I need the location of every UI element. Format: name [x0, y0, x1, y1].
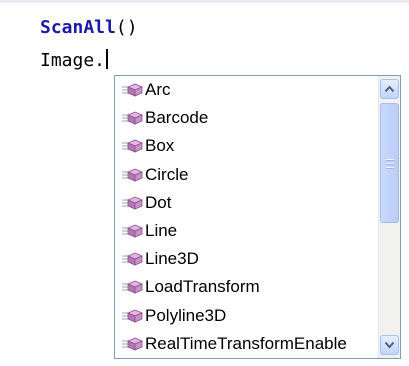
scroll-thumb[interactable]	[380, 103, 399, 223]
chevron-down-icon	[384, 341, 395, 349]
autocomplete-item-label: Polyline3D	[145, 305, 227, 325]
autocomplete-item[interactable]: Polyline3D	[115, 302, 378, 330]
autocomplete-item-label: Box	[145, 136, 175, 156]
code-line-1: ScanAll()	[40, 17, 138, 39]
autocomplete-item-label: RealTimeTransformEnable	[145, 333, 347, 353]
autocomplete-item-label: Arc	[145, 80, 171, 100]
code-line-2: Image.	[40, 49, 109, 72]
autocomplete-item-label: Circle	[145, 164, 189, 184]
method-icon	[122, 83, 143, 97]
object-access: Image.	[40, 50, 106, 71]
function-parens: ()	[115, 17, 138, 38]
method-icon	[122, 252, 143, 266]
autocomplete-item[interactable]: Line3D	[115, 245, 378, 273]
autocomplete-item[interactable]: Circle	[115, 161, 378, 189]
autocomplete-item[interactable]: Arc	[115, 76, 378, 104]
autocomplete-item[interactable]: Barcode	[115, 104, 378, 132]
autocomplete-item-label: Line3D	[145, 249, 199, 269]
method-icon	[122, 196, 143, 210]
chevron-up-icon	[384, 85, 395, 93]
scroll-down-button[interactable]	[380, 335, 399, 355]
vertical-scrollbar[interactable]	[378, 76, 400, 358]
autocomplete-popup[interactable]: Arc Barcode Box Circle Dot Line Line3D L…	[114, 75, 401, 359]
autocomplete-item[interactable]: Line	[115, 217, 378, 245]
method-icon	[122, 337, 143, 351]
autocomplete-item-label: Barcode	[145, 108, 209, 128]
method-icon	[122, 140, 143, 154]
autocomplete-item[interactable]: LoadTransform	[115, 273, 378, 301]
autocomplete-list[interactable]: Arc Barcode Box Circle Dot Line Line3D L…	[115, 76, 378, 358]
scroll-grip	[386, 157, 394, 169]
scroll-up-button[interactable]	[380, 79, 399, 99]
method-icon	[122, 168, 143, 182]
method-icon	[122, 309, 143, 323]
function-name: ScanAll	[40, 17, 116, 38]
autocomplete-item-label: Line	[145, 221, 178, 241]
method-icon	[122, 224, 143, 238]
autocomplete-item[interactable]: Dot	[115, 189, 378, 217]
autocomplete-item-label: Dot	[145, 192, 172, 212]
autocomplete-item-label: LoadTransform	[145, 277, 260, 297]
text-caret	[106, 49, 109, 69]
autocomplete-item[interactable]: Box	[115, 132, 378, 160]
autocomplete-item[interactable]: RealTimeTransformEnable	[115, 330, 378, 358]
method-icon	[122, 280, 143, 295]
method-icon	[122, 111, 143, 125]
